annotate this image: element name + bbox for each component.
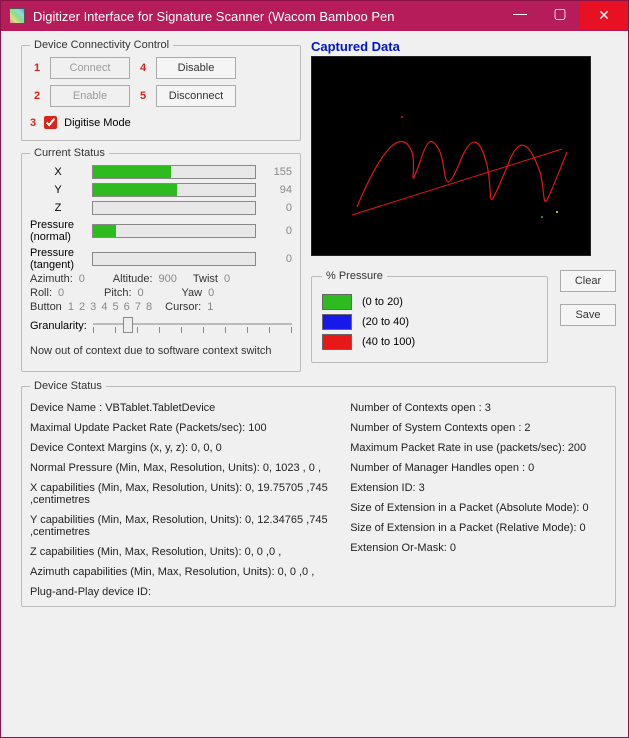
- pressure-normal-bar: [92, 224, 256, 238]
- legend-range-3: (40 to 100): [362, 336, 415, 348]
- granularity-thumb[interactable]: [123, 317, 133, 333]
- pressure-tangent-label: Pressure (tangent): [30, 247, 86, 271]
- maximize-button[interactable]: ▢: [540, 1, 580, 25]
- legend-item-2: (20 to 40): [322, 314, 537, 330]
- y-value: 94: [262, 184, 292, 196]
- step-4-label: 4: [136, 62, 150, 74]
- ds-extension-id: Extension ID: 3: [350, 482, 607, 494]
- yaw-value: 0: [208, 287, 226, 299]
- legend-range-1: (0 to 20): [362, 296, 403, 308]
- ds-system-contexts: Number of System Contexts open : 2: [350, 422, 607, 434]
- client-area: Device Connectivity Control 1 Connect 4 …: [1, 31, 628, 737]
- disconnect-button[interactable]: Disconnect: [156, 85, 236, 107]
- device-status-group: Device Status Device Name : VBTablet.Tab…: [21, 380, 616, 607]
- y-bar-fill: [93, 184, 177, 196]
- x-bar: [92, 165, 256, 179]
- current-status-group: Current Status X 155 Y 94 Z 0 Pressure (…: [21, 147, 301, 372]
- swatch-red: [322, 334, 352, 350]
- z-bar: [92, 201, 256, 215]
- step-2-label: 2: [30, 90, 44, 102]
- close-button[interactable]: ✕: [580, 1, 628, 29]
- pitch-value: 0: [138, 287, 156, 299]
- ds-pnp-id: Plug-and-Play device ID:: [30, 586, 338, 598]
- altitude-value: 900: [159, 273, 177, 285]
- device-status-legend: Device Status: [30, 380, 106, 392]
- ds-azimuth-caps: Azimuth capabilities (Min, Max, Resoluti…: [30, 566, 338, 578]
- z-value: 0: [262, 202, 292, 214]
- titlebar[interactable]: Digitizer Interface for Signature Scanne…: [1, 1, 628, 31]
- pressure-normal-label: Pressure (normal): [30, 219, 86, 243]
- pitch-label: Pitch:: [104, 287, 132, 299]
- legend-item-3: (40 to 100): [322, 334, 537, 350]
- disable-button[interactable]: Disable: [156, 57, 236, 79]
- app-window: Digitizer Interface for Signature Scanne…: [0, 0, 629, 738]
- yaw-label: Yaw: [182, 287, 203, 299]
- save-button[interactable]: Save: [560, 304, 616, 326]
- ds-x-caps: X capabilities (Min, Max, Resolution, Un…: [30, 482, 338, 506]
- twist-value: 0: [224, 273, 242, 285]
- ds-ext-abs: Size of Extension in a Packet (Absolute …: [350, 502, 607, 514]
- step-3-label: 3: [30, 117, 36, 129]
- z-label: Z: [30, 202, 86, 214]
- pressure-tangent-bar: [92, 252, 256, 266]
- y-bar: [92, 183, 256, 197]
- ds-manager-handles: Number of Manager Handles open : 0: [350, 462, 607, 474]
- twist-label: Twist: [193, 273, 218, 285]
- step-5-label: 5: [136, 90, 150, 102]
- azimuth-value: 0: [79, 273, 97, 285]
- x-value: 155: [262, 166, 292, 178]
- ds-ext-rel: Size of Extension in a Packet (Relative …: [350, 522, 607, 534]
- connectivity-legend: Device Connectivity Control: [30, 39, 173, 51]
- legend-range-2: (20 to 40): [362, 316, 409, 328]
- captured-canvas: [311, 56, 591, 256]
- ds-ext-mask: Extension Or-Mask: 0: [350, 542, 607, 554]
- ds-y-caps: Y capabilities (Min, Max, Resolution, Un…: [30, 514, 338, 538]
- clear-button[interactable]: Clear: [560, 270, 616, 292]
- swatch-green: [322, 294, 352, 310]
- swatch-blue: [322, 314, 352, 330]
- button-label: Button: [30, 301, 62, 313]
- cursor-value: 1: [207, 301, 213, 313]
- ds-max-packet-rate: Maximal Update Packet Rate (Packets/sec)…: [30, 422, 338, 434]
- granularity-slider[interactable]: [93, 317, 292, 335]
- captured-data-title: Captured Data: [311, 39, 616, 54]
- pressure-tangent-value: 0: [262, 253, 292, 265]
- minimize-button[interactable]: ―: [500, 1, 540, 25]
- button-digits: 1 2 3 4 5 6 7 8: [68, 301, 153, 313]
- roll-label: Roll:: [30, 287, 52, 299]
- azimuth-label: Azimuth:: [30, 273, 73, 285]
- cursor-label: Cursor:: [165, 301, 201, 313]
- ds-context-margins: Device Context Margins (x, y, z): 0, 0, …: [30, 442, 338, 454]
- ds-max-packet-use: Maximum Packet Rate in use (packets/sec)…: [350, 442, 607, 454]
- altitude-label: Altitude:: [113, 273, 153, 285]
- x-bar-fill: [93, 166, 171, 178]
- pressure-normal-value: 0: [262, 225, 292, 237]
- context-note: Now out of context due to software conte…: [30, 345, 292, 357]
- pressure-normal-fill: [93, 225, 116, 237]
- enable-button[interactable]: Enable: [50, 85, 130, 107]
- signature-drawing: [312, 57, 592, 257]
- connectivity-group: Device Connectivity Control 1 Connect 4 …: [21, 39, 301, 141]
- granularity-label: Granularity:: [30, 320, 87, 332]
- window-title: Digitizer Interface for Signature Scanne…: [33, 9, 500, 24]
- pressure-legend-title: % Pressure: [322, 270, 387, 282]
- connect-button[interactable]: Connect: [50, 57, 130, 79]
- digitise-mode-checkbox[interactable]: [44, 116, 57, 129]
- ds-z-caps: Z capabilities (Min, Max, Resolution, Un…: [30, 546, 338, 558]
- x-label: X: [30, 166, 86, 178]
- ds-normal-pressure: Normal Pressure (Min, Max, Resolution, U…: [30, 462, 338, 474]
- pressure-legend-group: % Pressure (0 to 20) (20 to 40): [311, 270, 548, 363]
- digitise-mode-label: Digitise Mode: [64, 117, 131, 129]
- ds-device-name: Device Name : VBTablet.TabletDevice: [30, 402, 338, 414]
- app-icon: [9, 8, 25, 24]
- step-1-label: 1: [30, 62, 44, 74]
- y-label: Y: [30, 184, 86, 196]
- current-status-legend: Current Status: [30, 147, 109, 159]
- roll-value: 0: [58, 287, 76, 299]
- legend-item-1: (0 to 20): [322, 294, 537, 310]
- ds-contexts-open: Number of Contexts open : 3: [350, 402, 607, 414]
